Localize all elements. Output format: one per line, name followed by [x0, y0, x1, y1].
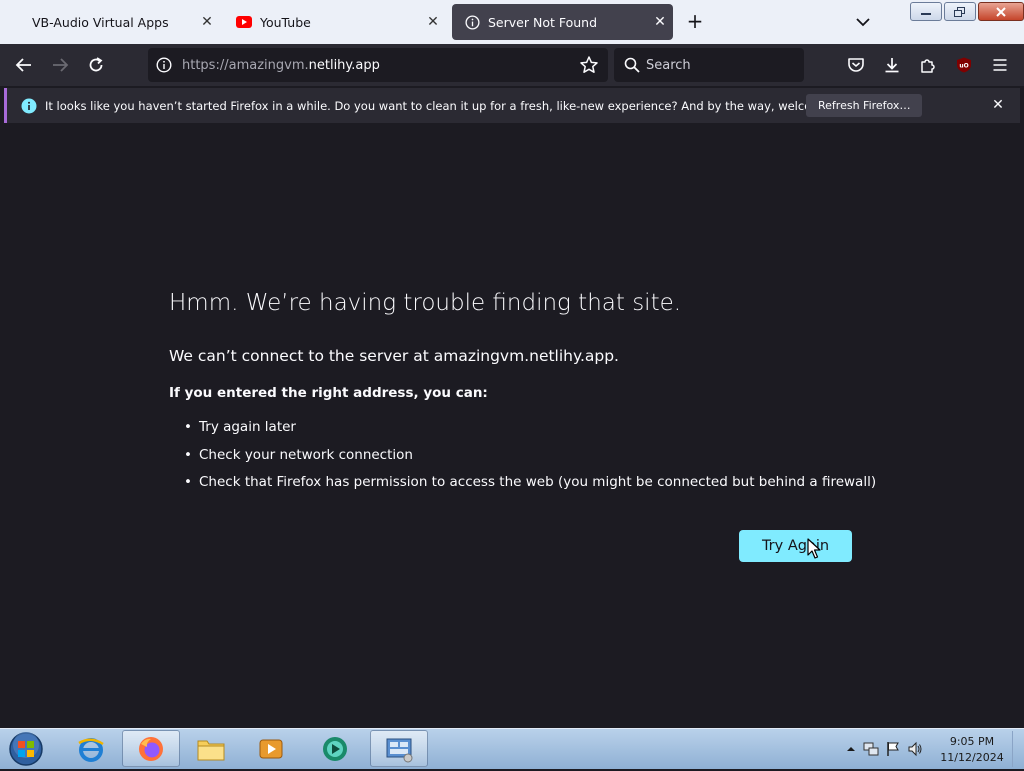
- url-text: https://amazingvm.netlihy.app: [182, 58, 578, 73]
- error-subtitle: We can’t connect to the server at amazin…: [169, 347, 619, 365]
- tab-server-not-found[interactable]: Server Not Found ✕: [452, 4, 673, 40]
- tab-strip: VB-Audio Virtual Apps ✕ YouTube ✕ Server…: [0, 0, 1024, 44]
- info-icon: [21, 98, 37, 114]
- internet-explorer-icon[interactable]: [62, 730, 120, 767]
- refresh-firefox-button[interactable]: Refresh Firefox…: [806, 94, 923, 117]
- tab-title: YouTube: [260, 14, 311, 30]
- firefox-taskbar-icon[interactable]: [122, 730, 180, 767]
- address-bar[interactable]: https://amazingvm.netlihy.app: [148, 48, 608, 82]
- show-hidden-icons-icon[interactable]: [842, 739, 860, 759]
- minimize-button[interactable]: [910, 2, 942, 21]
- suggestion-lead: If you entered the right address, you ca…: [169, 385, 488, 401]
- forward-arrow-icon[interactable]: [50, 55, 70, 75]
- new-tab-icon[interactable]: +: [684, 10, 706, 32]
- tab-youtube[interactable]: YouTube ✕: [224, 4, 446, 40]
- close-icon[interactable]: ✕: [990, 97, 1006, 113]
- url-domain: netlihy.app: [308, 57, 380, 73]
- pocket-icon[interactable]: [846, 55, 866, 75]
- tab-title: Server Not Found: [488, 14, 598, 30]
- search-input[interactable]: Search: [614, 48, 804, 82]
- tab-close-icon[interactable]: ✕: [647, 14, 673, 30]
- file-explorer-icon[interactable]: [182, 730, 240, 767]
- control-panel-icon[interactable]: [370, 730, 428, 767]
- try-again-button[interactable]: Try Again: [739, 530, 852, 562]
- action-center-flag-icon[interactable]: [882, 739, 904, 759]
- suggestion-list: Try again later Check your network conne…: [184, 419, 876, 502]
- youtube-icon: [236, 14, 252, 30]
- notification-bar: It looks like you haven’t started Firefo…: [4, 88, 1020, 123]
- notification-message: It looks like you haven’t started Firefo…: [45, 98, 866, 113]
- search-icon: [624, 57, 640, 73]
- error-page: Hmm. We’re having trouble finding that s…: [0, 126, 1024, 728]
- volume-icon[interactable]: [904, 739, 926, 759]
- url-prefix: https://amazingvm.: [182, 57, 309, 73]
- search-placeholder: Search: [646, 57, 691, 73]
- close-window-button[interactable]: [978, 2, 1024, 21]
- clock-time: 9:05 PM: [949, 735, 995, 748]
- download-icon[interactable]: [882, 55, 902, 75]
- tab-vb-audio[interactable]: VB-Audio Virtual Apps ✕: [20, 4, 220, 40]
- media-player-icon[interactable]: [242, 730, 300, 767]
- info-icon[interactable]: [156, 57, 172, 73]
- taskbar: 9:05 PM 11/12/2024: [0, 728, 1024, 769]
- show-desktop-button[interactable]: [1012, 731, 1023, 767]
- ublock-origin-icon[interactable]: uO: [954, 55, 974, 75]
- back-arrow-icon[interactable]: [14, 55, 34, 75]
- network-icon[interactable]: [860, 739, 882, 759]
- list-item: Check that Firefox has permission to acc…: [184, 474, 876, 502]
- restore-button[interactable]: [944, 2, 976, 21]
- navigation-toolbar: https://amazingvm.netlihy.app Search uO: [0, 44, 1024, 86]
- chevron-down-icon[interactable]: [852, 12, 874, 32]
- tab-close-icon[interactable]: ✕: [420, 14, 446, 30]
- list-item: Check your network connection: [184, 447, 876, 475]
- extensions-icon[interactable]: [918, 55, 938, 75]
- start-button[interactable]: [8, 731, 44, 767]
- list-item: Try again later: [184, 419, 876, 447]
- chat-app-icon[interactable]: [306, 730, 364, 767]
- tab-close-icon[interactable]: ✕: [194, 14, 220, 30]
- bookmark-star-icon[interactable]: [578, 54, 600, 76]
- clock-date: 11/12/2024: [940, 751, 1004, 764]
- tab-title: VB-Audio Virtual Apps: [32, 14, 169, 30]
- system-clock[interactable]: 9:05 PM 11/12/2024: [936, 734, 1008, 766]
- mouse-cursor-icon: [807, 538, 823, 560]
- reload-icon[interactable]: [86, 55, 106, 75]
- svg-text:uO: uO: [959, 63, 968, 70]
- system-tray: [842, 729, 926, 769]
- page-title: Hmm. We’re having trouble finding that s…: [169, 290, 682, 316]
- menu-hamburger-icon[interactable]: [990, 55, 1010, 75]
- window-controls: [910, 2, 1024, 21]
- info-icon: [464, 14, 480, 30]
